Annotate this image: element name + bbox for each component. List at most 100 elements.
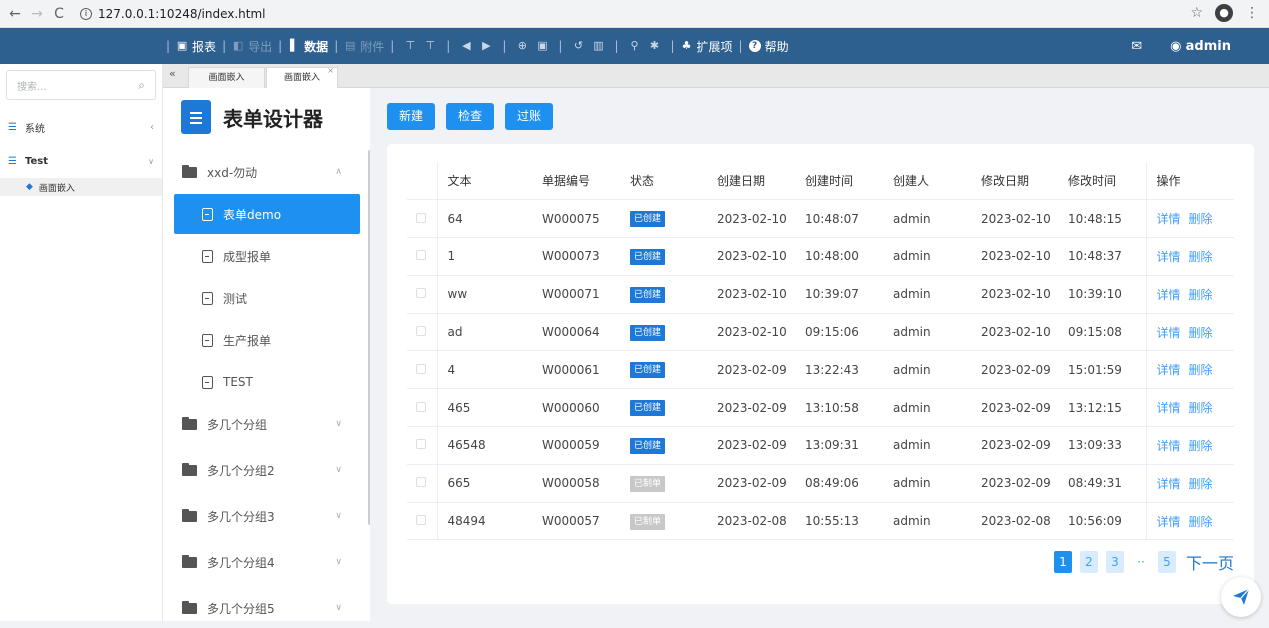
toolbar-item-2[interactable]: ▌ 数据 (288, 38, 328, 55)
undo-icon[interactable]: ↺ (572, 40, 584, 52)
delete-link[interactable]: 删除 (1189, 212, 1213, 226)
row-checkbox[interactable] (416, 515, 426, 526)
post-button[interactable]: 过账 (505, 103, 554, 130)
page-button-5[interactable]: 5 (1157, 551, 1176, 573)
zoom-icon[interactable]: ⚲ (628, 40, 640, 52)
table-row[interactable]: ad W000064 已创建 2023-02-10 09:15:06 admin 2023-… (407, 313, 1234, 352)
select-all-header[interactable] (407, 162, 438, 201)
row-checkbox[interactable] (416, 363, 426, 374)
row-checkbox[interactable] (416, 288, 426, 299)
detail-link[interactable]: 详情 (1157, 515, 1181, 529)
user-menu[interactable]: ◉ admin (1170, 39, 1231, 54)
toolbar-item-0[interactable]: ▣ 报表 (176, 38, 216, 55)
tree-leaf-label: 成型报单 (223, 249, 272, 264)
tab-embed-1[interactable]: 画面嵌入 (188, 67, 265, 88)
star-icon[interactable]: ☆ (1190, 5, 1203, 21)
tree-group-4[interactable]: 多几个分组5 ∨ (174, 588, 360, 628)
detail-link[interactable]: 详情 (1157, 477, 1181, 491)
tree-leaf-1[interactable]: 成型报单 (174, 236, 360, 276)
address-bar[interactable]: i 127.0.0.1:10248/index.html (80, 7, 266, 21)
filter-icon[interactable]: ⊤ (404, 40, 416, 52)
close-icon[interactable]: × (327, 60, 334, 81)
page-button-2[interactable]: 2 (1079, 551, 1098, 573)
tree-group-0[interactable]: 多几个分组 ∨ (174, 404, 360, 444)
page-button-1[interactable]: 1 (1053, 551, 1072, 573)
profile-icon[interactable]: ● (1215, 4, 1233, 22)
detail-link[interactable]: 详情 (1157, 439, 1181, 453)
add-circle-icon[interactable]: ⊕ (516, 40, 528, 52)
send-button[interactable] (1221, 577, 1261, 617)
table-row[interactable]: 48494 W000057 已制单 2023-02-08 10:55:13 admin 20… (407, 502, 1234, 541)
toolbar-item-1[interactable]: ◧ 导出 (232, 38, 272, 55)
cell-text: 46548 (437, 426, 532, 465)
row-checkbox[interactable] (416, 212, 426, 223)
table-row[interactable]: ww W000071 已创建 2023-02-10 10:39:07 admin 2023-… (407, 275, 1234, 314)
next-icon[interactable]: ▶ (480, 40, 492, 52)
detail-link[interactable]: 详情 (1157, 288, 1181, 302)
row-checkbox[interactable] (416, 250, 426, 261)
table-row[interactable]: 1 W000073 已创建 2023-02-10 10:48:00 admin 2023-0… (407, 237, 1234, 276)
mail-icon[interactable]: ✉ (1131, 39, 1142, 54)
delete-link[interactable]: 删除 (1189, 326, 1213, 340)
new-button[interactable]: 新建 (387, 103, 436, 130)
delete-link[interactable]: 删除 (1189, 363, 1213, 377)
cell-actions: 详情 删除 (1146, 426, 1234, 465)
cell-status: 已制单 (620, 464, 707, 503)
detail-link[interactable]: 详情 (1157, 363, 1181, 377)
tree-leaf-4[interactable]: TEST (174, 362, 360, 402)
reload-icon[interactable]: C (52, 6, 66, 22)
tree-group-xxd[interactable]: xxd-勿动 ∧ (174, 152, 360, 192)
sidebar-subitem-embed[interactable]: ◆ 画面嵌入 (0, 178, 162, 196)
table-row[interactable]: 665 W000058 已制单 2023-02-09 08:49:06 admin 2023… (407, 464, 1234, 503)
tree-leaf-0[interactable]: 表单demo (174, 194, 360, 234)
back-icon[interactable]: ← (8, 6, 22, 22)
extensions-menu[interactable]: ♣ 扩展项 (681, 38, 733, 55)
page-button-3[interactable]: 3 (1105, 551, 1124, 573)
row-checkbox[interactable] (416, 326, 426, 337)
delete-link[interactable]: 删除 (1189, 439, 1213, 453)
toolbar-item-label: 附件 (360, 39, 385, 54)
search-icon[interactable]: ⌕ (138, 78, 145, 93)
gear-icon[interactable]: ✱ (648, 40, 660, 52)
detail-link[interactable]: 详情 (1157, 401, 1181, 415)
tree-group-3[interactable]: 多几个分组4 ∨ (174, 542, 360, 582)
sidebar-item-system[interactable]: ☰ 系统 ‹ (0, 110, 162, 144)
detail-link[interactable]: 详情 (1157, 212, 1181, 226)
toolbar-item-3[interactable]: ▤ 附件 (344, 38, 384, 55)
tab-embed-2[interactable]: 画面嵌入 × (266, 66, 338, 88)
menu-icon[interactable]: ⋮ (1245, 5, 1259, 21)
detail-link[interactable]: 详情 (1157, 250, 1181, 264)
tree-leaf-2[interactable]: 测试 (174, 278, 360, 318)
delete-link[interactable]: 删除 (1189, 477, 1213, 491)
tree-leaf-3[interactable]: 生产报单 (174, 320, 360, 360)
tree-group-1[interactable]: 多几个分组2 ∨ (174, 450, 360, 490)
detail-link[interactable]: 详情 (1157, 326, 1181, 340)
row-checkbox[interactable] (416, 439, 426, 450)
forward-icon[interactable]: → (30, 6, 44, 22)
cell-status: 已创建 (620, 313, 707, 352)
save-icon[interactable]: ▣ (536, 40, 548, 52)
help-menu[interactable]: ? 帮助 (748, 38, 789, 55)
cell-actions: 详情 删除 (1146, 350, 1234, 390)
table-row[interactable]: 46548 W000059 已创建 2023-02-09 13:09:31 admin 20… (407, 426, 1234, 465)
row-checkbox[interactable] (416, 477, 426, 488)
delete-link[interactable]: 删除 (1189, 401, 1213, 415)
next-page-button[interactable]: 下一页 (1186, 550, 1234, 574)
sidebar-item-test[interactable]: ☰ Test ∨ (0, 144, 162, 178)
search-input[interactable]: 搜索... ⌕ (6, 70, 156, 100)
toolbar-separator: | (278, 39, 283, 53)
check-button[interactable]: 检查 (446, 103, 495, 130)
tab-scroll-left-icon[interactable]: « (169, 67, 176, 80)
table-row[interactable]: 64 W000075 已创建 2023-02-10 10:48:07 admin 2023-… (407, 199, 1234, 239)
trash-icon[interactable]: ▥ (592, 40, 604, 52)
delete-link[interactable]: 删除 (1189, 250, 1213, 264)
delete-link[interactable]: 删除 (1189, 515, 1213, 529)
filter-clear-icon[interactable]: ⊤ (424, 40, 436, 52)
table-row[interactable]: 465 W000060 已创建 2023-02-09 13:10:58 admin 2023… (407, 388, 1234, 428)
table-row[interactable]: 4 W000061 已创建 2023-02-09 13:22:43 admin 2023-0… (407, 350, 1234, 390)
row-checkbox[interactable] (416, 401, 426, 412)
row-checkbox-cell (407, 464, 438, 503)
prev-icon[interactable]: ◀ (460, 40, 472, 52)
delete-link[interactable]: 删除 (1189, 288, 1213, 302)
tree-group-2[interactable]: 多几个分组3 ∨ (174, 496, 360, 536)
